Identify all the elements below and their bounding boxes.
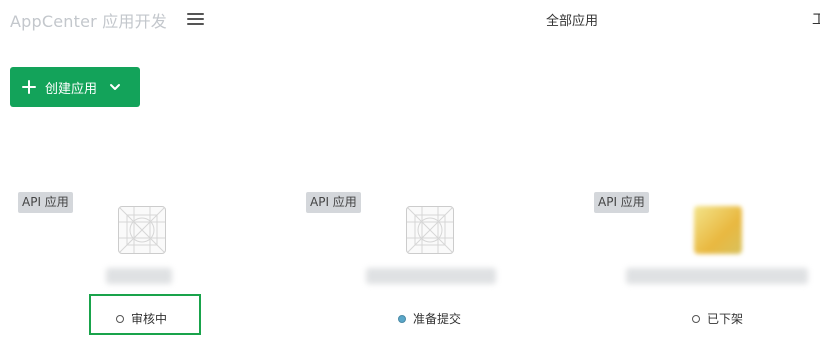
app-type-badge: API 应用 (594, 192, 649, 213)
app-thumbnail-icon (694, 206, 742, 254)
app-type-badge: API 应用 (306, 192, 361, 213)
status-dot-icon (398, 314, 406, 323)
status-removed[interactable]: 已下架 (692, 310, 743, 327)
brand-title: AppCenter 应用开发 (10, 12, 167, 31)
plus-icon (22, 80, 36, 94)
status-dot-icon (692, 314, 700, 323)
app-card[interactable]: API 应用 准备提交 (306, 192, 566, 342)
app-placeholder-icon (118, 206, 166, 254)
app-name-redacted (626, 268, 808, 284)
create-app-label: 创建应用 (45, 81, 98, 97)
page-title: 全部应用 (546, 14, 599, 29)
header-right-item[interactable]: 工 (812, 9, 820, 29)
app-center-page: AppCenter 应用开发 全部应用 工 创建应用 API 应用 审核中 AP… (0, 0, 820, 349)
chevron-down-icon (109, 82, 121, 92)
status-label: 已下架 (707, 312, 744, 326)
app-name-redacted (366, 268, 496, 284)
menu-icon[interactable] (187, 12, 204, 26)
create-app-button[interactable]: 创建应用 (10, 67, 140, 107)
app-placeholder-icon (406, 206, 454, 254)
app-card[interactable]: API 应用 已下架 (594, 192, 820, 342)
status-label: 准备提交 (413, 312, 462, 326)
focus-highlight (89, 294, 201, 335)
app-type-badge: API 应用 (18, 192, 73, 213)
app-name-redacted (106, 268, 172, 284)
status-ready-to-submit[interactable]: 准备提交 (398, 310, 461, 327)
